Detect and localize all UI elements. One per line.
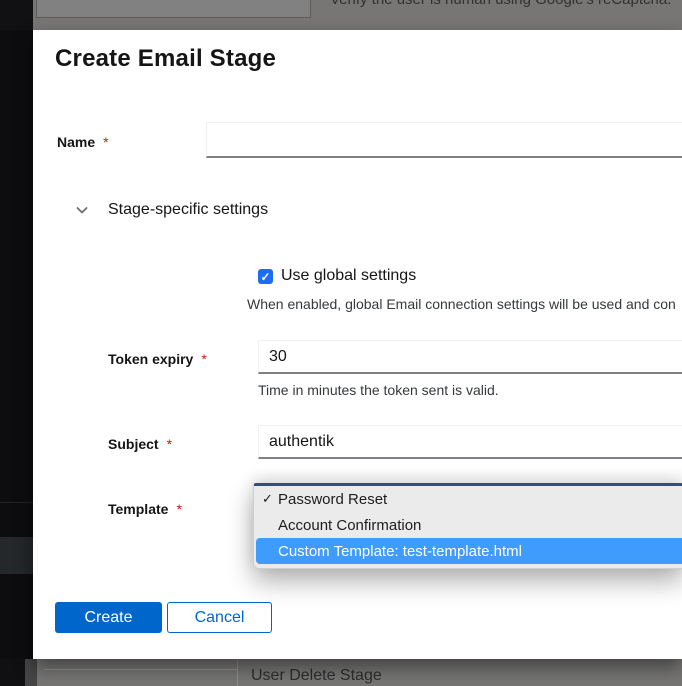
section-label: Stage-specific settings — [108, 201, 268, 219]
dimmed-recaptcha-text: Verify the user is human using Google's … — [330, 0, 671, 8]
token-expiry-label-text: Token expiry — [108, 351, 193, 367]
dimmed-sidebar — [0, 30, 33, 659]
selected-check-icon: ✓ — [262, 491, 278, 507]
dimmed-table-cell — [36, 0, 311, 18]
use-global-settings-checkbox[interactable]: ✓ — [258, 269, 273, 284]
subject-field-label: Subject * — [108, 436, 172, 452]
name-input[interactable] — [206, 122, 682, 158]
template-select-dropdown: ✓ Password Reset Account Confirmation Cu… — [253, 483, 682, 569]
stage-specific-settings-toggle[interactable]: Stage-specific settings — [75, 198, 268, 222]
screen: Verify the user is human using Google's … — [0, 0, 682, 686]
use-global-settings-label[interactable]: Use global settings — [281, 267, 416, 285]
subject-input[interactable] — [258, 425, 682, 459]
chevron-down-icon[interactable] — [75, 203, 89, 217]
dimmed-background-bottom: User Delete Stage — [0, 659, 682, 686]
dimmed-table-row-border — [44, 669, 237, 670]
cancel-button[interactable]: Cancel — [167, 602, 272, 633]
token-expiry-field-label: Token expiry * — [108, 351, 207, 367]
required-asterisk: * — [167, 436, 172, 452]
dimmed-background-top: Verify the user is human using Google's … — [0, 0, 682, 30]
option-label: Password Reset — [278, 491, 387, 508]
dimmed-table-column-border — [237, 659, 238, 686]
use-global-settings-helper: When enabled, global Email connection se… — [247, 296, 676, 312]
required-asterisk: * — [103, 134, 108, 150]
dimmed-row-text: User Delete Stage — [251, 667, 382, 685]
token-expiry-helper: Time in minutes the token sent is valid. — [258, 382, 499, 398]
sidebar-item-highlight — [0, 537, 33, 574]
dropdown-option-custom-template[interactable]: Custom Template: test-template.html — [256, 538, 682, 564]
subject-label-text: Subject — [108, 436, 159, 452]
required-asterisk: * — [201, 351, 206, 367]
dropdown-option-account-confirmation[interactable]: Account Confirmation — [254, 512, 682, 538]
option-label: Account Confirmation — [278, 517, 421, 534]
create-email-stage-modal: Create Email Stage Name * Stage-specific … — [33, 30, 682, 659]
name-field-label: Name * — [57, 134, 109, 150]
template-label-text: Template — [108, 501, 168, 517]
checkbox-check-icon: ✓ — [260, 271, 270, 283]
create-button[interactable]: Create — [55, 602, 162, 633]
dimmed-sidebar-edge-top — [0, 0, 33, 30]
dropdown-option-password-reset[interactable]: ✓ Password Reset — [254, 486, 682, 512]
sidebar-divider — [0, 502, 33, 503]
required-asterisk: * — [176, 501, 181, 517]
dimmed-sidebar-edge-bottom-2 — [25, 659, 37, 686]
name-label-text: Name — [57, 134, 95, 150]
modal-title: Create Email Stage — [55, 45, 276, 73]
token-expiry-input[interactable] — [258, 340, 682, 374]
option-label: Custom Template: test-template.html — [278, 543, 522, 560]
dimmed-sidebar-edge-bottom — [0, 659, 25, 686]
template-field-label: Template * — [108, 501, 182, 517]
